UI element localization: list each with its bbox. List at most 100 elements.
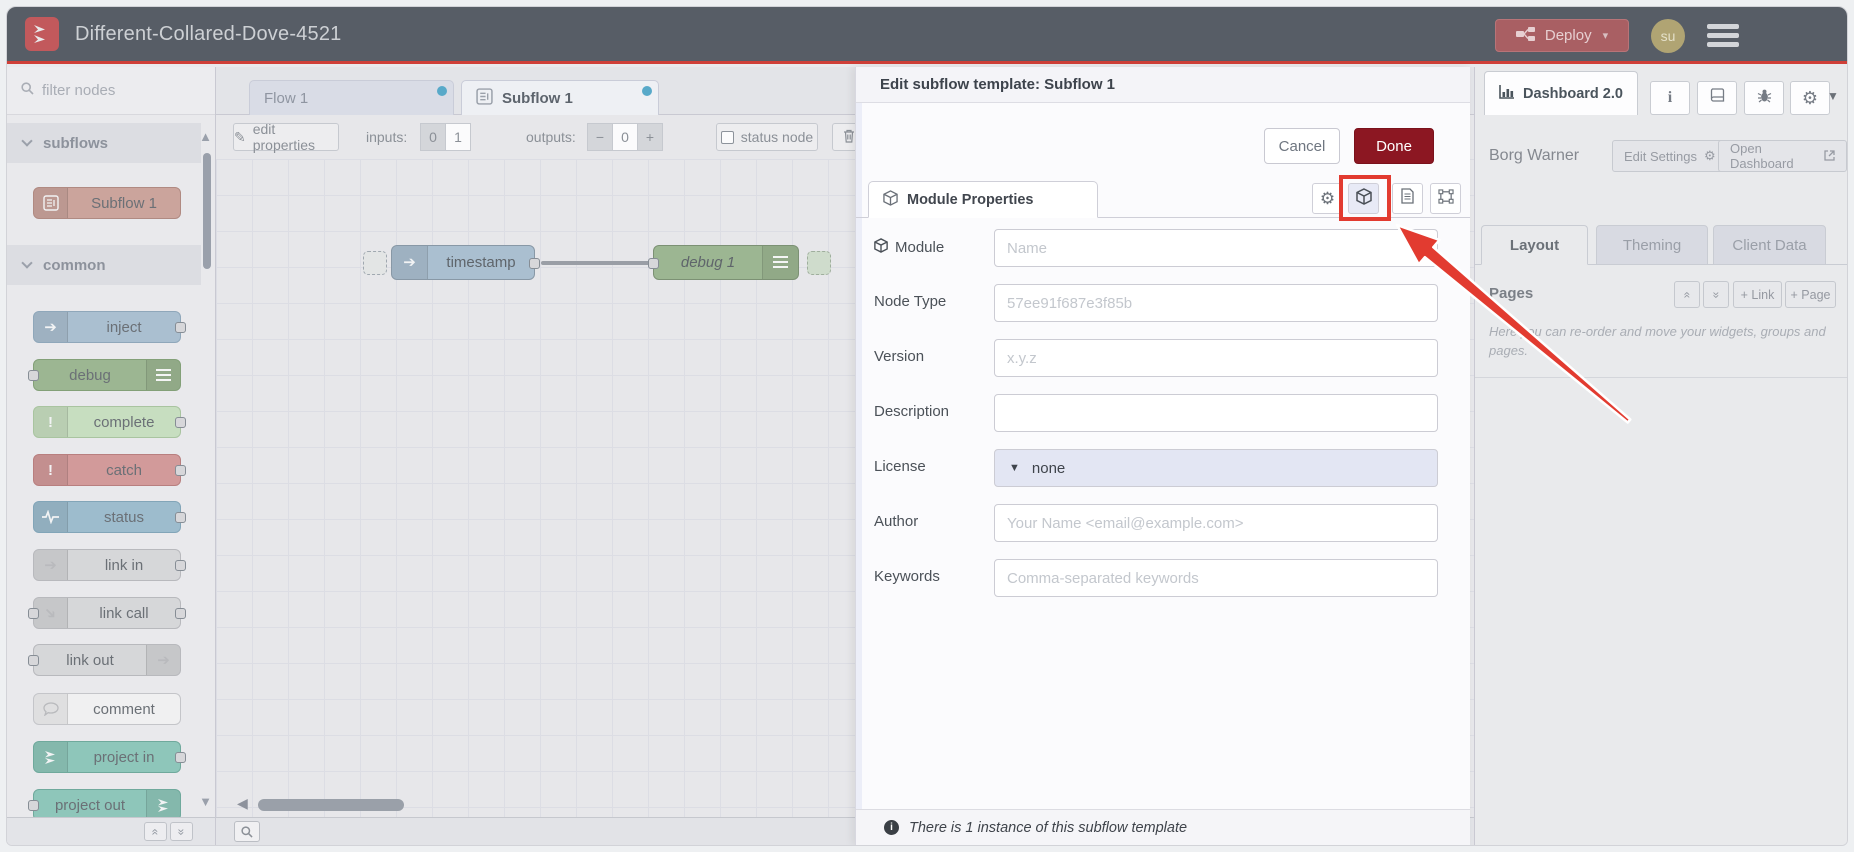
input-port[interactable] xyxy=(648,258,659,269)
palette-expand-all-button[interactable]: » xyxy=(170,822,193,841)
status-node-checkbox[interactable]: status node xyxy=(716,123,818,151)
horizontal-scrollbar[interactable] xyxy=(258,799,404,811)
tab-client-data[interactable]: Client Data xyxy=(1713,225,1826,265)
palette-filter[interactable]: filter nodes xyxy=(7,67,215,115)
tab-dashboard-2[interactable]: Dashboard 2.0 xyxy=(1484,71,1638,115)
info-sidebar-button[interactable]: i xyxy=(1650,81,1690,115)
link-in-icon: ➔ xyxy=(34,550,68,580)
palette-scroll-down[interactable]: ▼ xyxy=(199,794,212,809)
add-link-button[interactable]: + Link xyxy=(1733,281,1782,308)
palette-node-comment[interactable]: comment xyxy=(33,693,181,725)
move-down-button[interactable]: » xyxy=(1703,281,1729,308)
user-avatar[interactable]: su xyxy=(1651,18,1685,53)
annotation-arrow xyxy=(1395,223,1632,424)
output-port[interactable] xyxy=(175,752,186,763)
dashboard-header-row: Borg Warner Edit Settings ⚙ Open Dashboa… xyxy=(1475,125,1847,187)
license-select[interactable]: ▼ none xyxy=(994,449,1438,487)
description-field-row: Description xyxy=(856,394,1470,432)
link-out-icon: ➔ xyxy=(146,645,180,675)
description-input[interactable] xyxy=(994,394,1438,432)
palette-node-complete[interactable]: ! complete xyxy=(33,406,186,438)
help-sidebar-button[interactable] xyxy=(1697,81,1737,115)
version-input[interactable] xyxy=(994,339,1438,377)
node-red-logo-icon xyxy=(25,17,59,51)
palette-node-subflow-1[interactable]: Subflow 1 xyxy=(33,187,181,219)
output-port[interactable] xyxy=(175,608,186,619)
canvas-search-button[interactable] xyxy=(234,821,260,842)
author-field-row: Author xyxy=(856,504,1470,542)
outputs-value: 0 xyxy=(612,123,638,151)
deploy-button[interactable]: Deploy ▾ xyxy=(1495,19,1629,52)
scroll-left-arrow[interactable]: ◀ xyxy=(237,795,248,812)
input-port[interactable] xyxy=(28,370,39,381)
inputs-0-button[interactable]: 0 xyxy=(420,123,446,151)
output-port[interactable] xyxy=(175,465,186,476)
palette-node-link-in[interactable]: ➔ link in xyxy=(33,549,186,581)
palette-category-subflows[interactable]: subflows xyxy=(7,123,201,163)
outputs-plus-button[interactable]: + xyxy=(637,123,663,151)
sidebar-tabbar: Dashboard 2.0 i ⚙ ▼ xyxy=(1475,67,1847,115)
palette-scroll-up[interactable]: ▲ xyxy=(199,129,212,144)
palette-node-link-out[interactable]: link out ➔ xyxy=(28,644,181,676)
main-menu-button[interactable] xyxy=(1707,24,1739,47)
comment-bubble-icon xyxy=(34,694,68,724)
palette-node-inject[interactable]: ➔ inject xyxy=(33,311,186,343)
settings-sidebar-button[interactable]: ⚙ xyxy=(1790,81,1830,115)
tab-flow-1[interactable]: Flow 1 xyxy=(249,80,454,115)
palette-scrollbar[interactable] xyxy=(203,153,211,269)
input-port[interactable] xyxy=(28,655,39,666)
subflow-icon xyxy=(34,188,68,218)
filter-placeholder: filter nodes xyxy=(42,82,116,99)
palette-category-common[interactable]: common xyxy=(7,245,201,285)
edit-settings-button[interactable]: Edit Settings ⚙ xyxy=(1612,140,1728,172)
sidebar-menu-caret[interactable]: ▼ xyxy=(1827,89,1839,103)
outputs-label: outputs: xyxy=(526,129,576,145)
done-button[interactable]: Done xyxy=(1354,128,1434,164)
tab-subflow-1[interactable]: Subflow 1 xyxy=(461,80,659,115)
keywords-input[interactable] xyxy=(994,559,1438,597)
node-debug-1[interactable]: debug 1 xyxy=(648,245,799,280)
move-up-button[interactable]: « xyxy=(1674,281,1700,308)
wire[interactable] xyxy=(541,261,659,265)
description-label: Description xyxy=(874,403,950,420)
module-input[interactable] xyxy=(994,229,1438,267)
version-label: Version xyxy=(874,348,925,365)
gear-icon: ⚙ xyxy=(1801,87,1819,108)
output-port[interactable] xyxy=(175,322,186,333)
output-port[interactable] xyxy=(175,417,186,428)
edit-properties-button[interactable]: ✎ edit properties xyxy=(233,121,339,153)
node-type-input[interactable] xyxy=(994,284,1438,322)
tab-module-properties[interactable]: Module Properties xyxy=(868,181,1098,218)
palette-node-project-in[interactable]: project in xyxy=(33,741,186,773)
palette-node-link-call[interactable]: ➔ link call xyxy=(28,597,186,629)
subflow-output-ghost[interactable] xyxy=(807,251,831,275)
subflow-input-ghost[interactable] xyxy=(363,251,387,275)
add-page-button[interactable]: + Page xyxy=(1785,281,1836,308)
output-port[interactable] xyxy=(175,560,186,571)
cancel-button[interactable]: Cancel xyxy=(1264,128,1340,164)
debug-icon xyxy=(762,246,798,279)
info-icon: i xyxy=(884,820,899,835)
node-timestamp[interactable]: ➔ timestamp xyxy=(391,245,540,280)
main-area: filter nodes subflows Subflow 1 common ➔… xyxy=(7,67,1847,845)
input-port[interactable] xyxy=(28,608,39,619)
palette-node-debug[interactable]: debug xyxy=(28,359,181,391)
output-port[interactable] xyxy=(529,258,540,269)
trash-icon xyxy=(843,129,855,146)
chevron-down-icon xyxy=(21,135,33,147)
output-port[interactable] xyxy=(175,512,186,523)
unsaved-changes-dot xyxy=(437,86,447,96)
author-input[interactable] xyxy=(994,504,1438,542)
open-dashboard-button[interactable]: Open Dashboard xyxy=(1718,140,1847,172)
inputs-1-button[interactable]: 1 xyxy=(445,123,471,151)
license-label: License xyxy=(874,458,926,475)
palette-node-status[interactable]: status xyxy=(33,501,186,533)
palette-node-catch[interactable]: ! catch xyxy=(33,454,186,486)
chevron-down-icon xyxy=(21,257,33,269)
deploy-graph-icon xyxy=(1515,26,1536,45)
palette-collapse-all-button[interactable]: « xyxy=(144,822,167,841)
input-port[interactable] xyxy=(28,800,39,811)
debug-sidebar-button[interactable] xyxy=(1744,81,1784,115)
outputs-minus-button[interactable]: − xyxy=(587,123,613,151)
external-link-icon xyxy=(1824,149,1835,164)
